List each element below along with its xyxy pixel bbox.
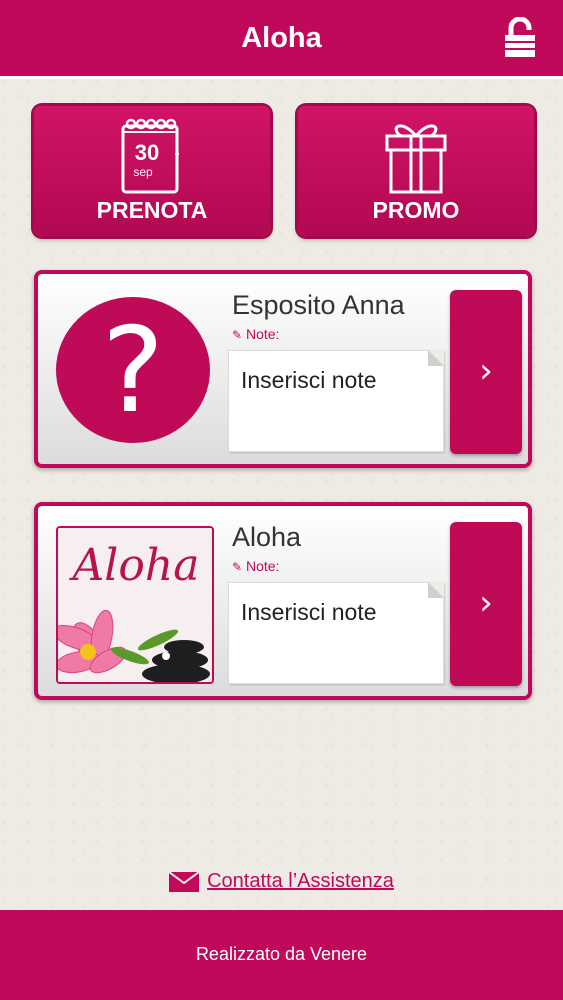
prenota-label: PRENOTA: [96, 197, 208, 223]
contact-support-label[interactable]: Contatta l’Assistenza: [207, 870, 394, 892]
contact-support-link[interactable]: Contatta l’Assistenza: [0, 870, 563, 893]
calendar-icon: 30 sep: [121, 118, 179, 194]
aloha-logo-image: Aloha: [56, 526, 214, 684]
page-title: Aloha: [241, 22, 322, 54]
business-card[interactable]: Aloha Aloha ✎ Note: Inserisci note ›: [34, 502, 532, 700]
note-label-text: Note:: [245, 558, 280, 574]
app-header: Aloha: [0, 0, 563, 79]
open-client-button[interactable]: ›: [450, 290, 522, 454]
note-label: ✎ Note:: [232, 326, 279, 342]
client-name: Esposito Anna: [232, 290, 405, 320]
calendar-day: 30: [135, 140, 159, 165]
unknown-avatar-icon: ?: [56, 297, 210, 443]
note-input[interactable]: Inserisci note: [228, 350, 444, 452]
app-footer: Realizzato da Venere: [0, 910, 563, 1000]
pencil-icon: ✎: [232, 560, 243, 574]
note-label: ✎ Note:: [232, 558, 279, 574]
page-fold-icon: [428, 582, 444, 598]
chevron-right-icon: ›: [479, 351, 493, 392]
chevron-right-icon: ›: [479, 583, 493, 624]
business-name: Aloha: [232, 522, 302, 552]
promo-label: PROMO: [372, 197, 460, 223]
open-business-button[interactable]: ›: [450, 522, 522, 686]
gift-icon: [385, 124, 447, 194]
note-label-text: Note:: [245, 326, 280, 342]
aloha-logo-text: Aloha: [72, 540, 200, 591]
calendar-month: sep: [133, 165, 153, 179]
note-placeholder: Inserisci note: [241, 367, 377, 393]
page-fold-icon: [428, 350, 444, 366]
promo-button[interactable]: PROMO: [298, 106, 534, 236]
note-placeholder: Inserisci note: [241, 599, 377, 625]
pencil-icon: ✎: [232, 328, 243, 342]
footer-credit: Realizzato da Venere: [195, 944, 368, 964]
prenota-button[interactable]: 30 sep PRENOTA: [34, 106, 270, 236]
note-input[interactable]: Inserisci note: [228, 582, 444, 684]
mail-icon: [169, 871, 200, 892]
unlock-icon[interactable]: [503, 17, 537, 59]
client-card[interactable]: ? Esposito Anna ✎ Note: Inserisci note ›: [34, 270, 532, 468]
